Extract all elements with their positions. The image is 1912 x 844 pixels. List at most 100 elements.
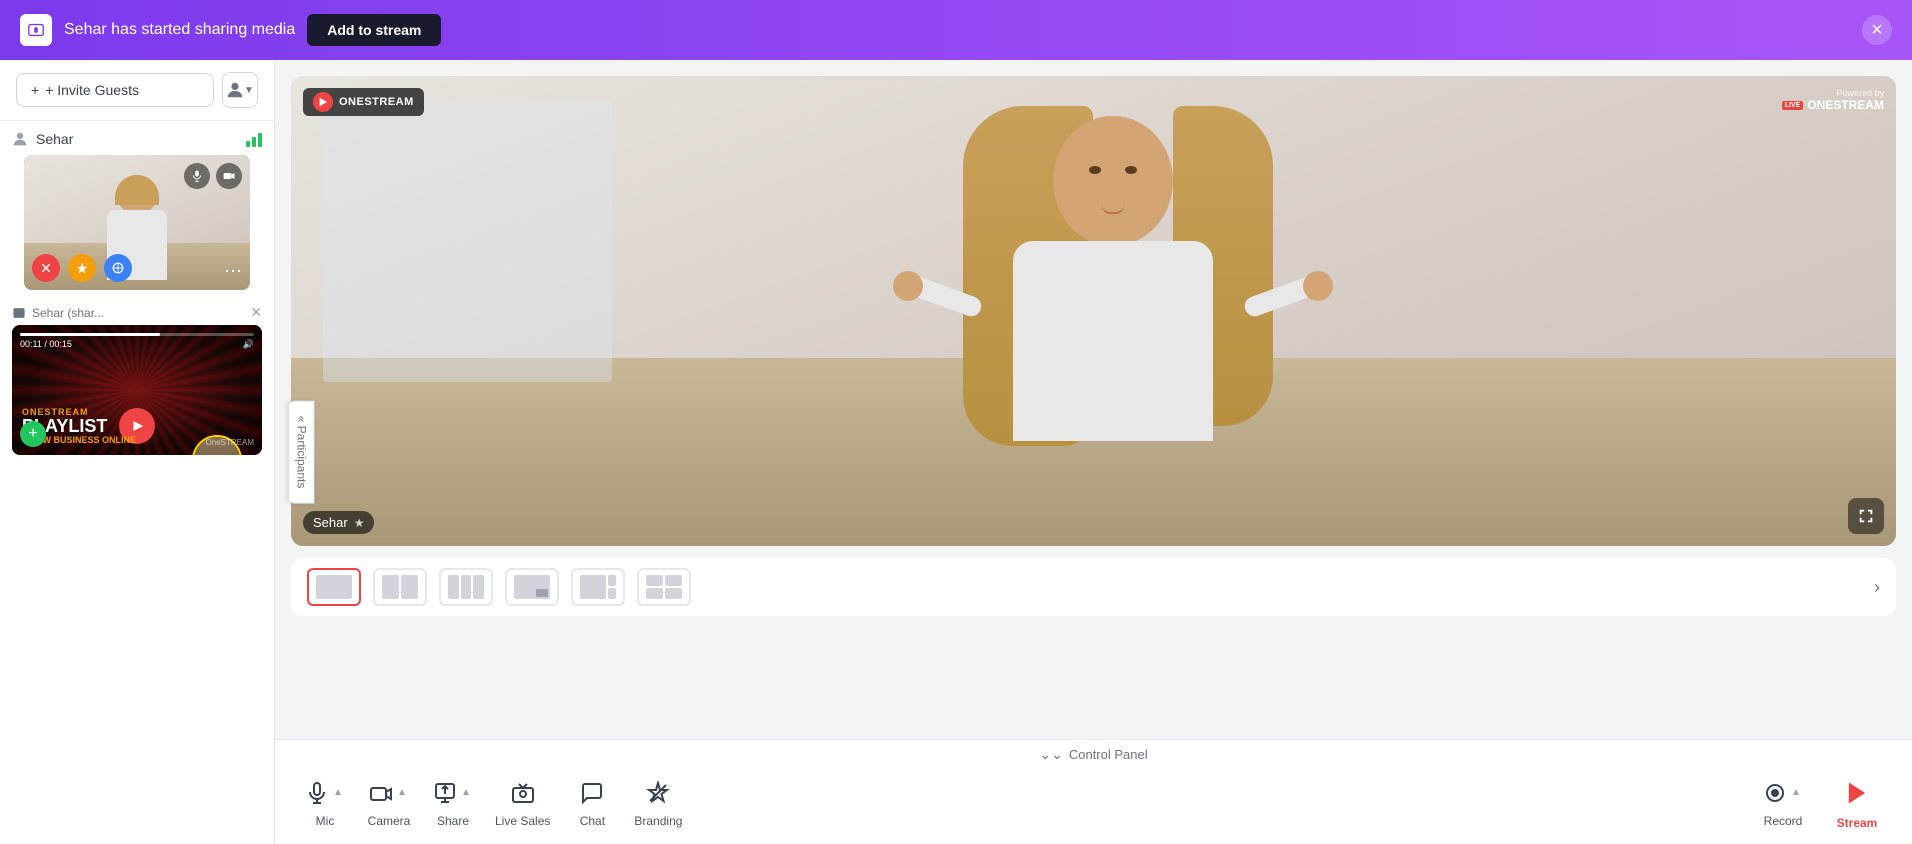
sidebar-wrapper: + + Invite Guests ▼ [0, 60, 275, 844]
participants-tab[interactable]: « Participants [289, 401, 315, 504]
toolbar-camera[interactable]: ▲ Camera [359, 777, 419, 832]
live-sales-icon [511, 781, 535, 811]
powered-by-text: Powered by [1782, 88, 1884, 98]
toolbar-mic[interactable]: ▲ Mic [295, 777, 355, 832]
logo-text: ONESTREAM [339, 96, 414, 108]
branding-label: Branding [634, 814, 682, 828]
main-layout: + + Invite Guests ▼ [0, 60, 1912, 844]
mic-label: Mic [316, 814, 335, 828]
toolbar-chat[interactable]: Chat [562, 777, 622, 832]
playlist-timer: 00:11 / 00:15 [20, 339, 72, 349]
center-content: ONESTREAM Powered by LIVE ONESTREAM Seha… [275, 60, 1912, 739]
sidebar: + + Invite Guests ▼ [0, 60, 275, 844]
powered-logo: LIVE ONESTREAM [1782, 98, 1884, 112]
cell-1 [646, 575, 663, 586]
layout-pip-option[interactable] [505, 568, 559, 606]
participants-tab-label: Participants [295, 426, 309, 489]
live-badge: LIVE [1782, 101, 1804, 110]
cursor-area [12, 455, 262, 475]
participant-section: Sehar [0, 121, 274, 296]
side-small-1 [608, 575, 616, 586]
camera-label: Camera [368, 814, 411, 828]
three-3 [473, 575, 484, 599]
sidebar-header: + + Invite Guests ▼ [0, 60, 274, 121]
layout-multi-icon [646, 575, 682, 599]
layout-split-icon [382, 575, 418, 599]
fullscreen-button[interactable] [1848, 498, 1884, 534]
window [323, 100, 612, 382]
user-menu-button[interactable]: ▼ [222, 72, 258, 108]
control-panel-section: ⌄⌄ Control Panel ▲ Mic [275, 739, 1912, 844]
remove-button[interactable] [32, 254, 60, 282]
participant-label: Sehar [12, 131, 262, 147]
toolbar-share[interactable]: ▲ Share [423, 777, 483, 832]
layout-next-button[interactable]: › [1874, 577, 1880, 598]
media-close-button[interactable]: ✕ [250, 304, 262, 321]
invite-label: + Invite Guests [45, 82, 139, 98]
layout-button[interactable] [104, 254, 132, 282]
mic-status-icon [184, 163, 210, 189]
eye-right [1125, 166, 1137, 174]
speaker-name: Sehar [313, 515, 348, 530]
playlist-progress-fill [20, 333, 160, 336]
layout-three-option[interactable] [439, 568, 493, 606]
playlist-progress-bar [20, 333, 254, 336]
side-small-2 [608, 588, 616, 599]
stream-label: Stream [1837, 816, 1878, 830]
logo-play-icon [313, 92, 333, 112]
bar-1 [246, 141, 250, 147]
bottom-toolbar: ▲ Mic ▲ Camera [275, 769, 1912, 844]
right-area: ONESTREAM Powered by LIVE ONESTREAM Seha… [275, 60, 1912, 844]
add-to-stream-button[interactable]: Add to stream [307, 14, 441, 46]
record-arrow[interactable]: ▲ [1789, 781, 1803, 806]
control-panel-header[interactable]: ⌄⌄ Control Panel [275, 740, 1912, 769]
toolbar-live-sales[interactable]: Live Sales [487, 777, 558, 832]
cell-2 [665, 575, 682, 586]
notification-close-button[interactable]: × [1862, 15, 1892, 45]
star-button[interactable] [68, 254, 96, 282]
layout-side-option[interactable] [571, 568, 625, 606]
toolbar-record[interactable]: ▲ Record [1748, 777, 1818, 832]
media-label: Sehar (shar... [32, 306, 244, 320]
toolbar-stream[interactable]: Stream [1822, 775, 1892, 834]
face [1053, 116, 1173, 246]
playlist-title: PLAYLIST [22, 417, 252, 435]
powered-brand: ONESTREAM [1807, 98, 1884, 112]
sweater [1013, 241, 1213, 441]
eye-left [1089, 166, 1101, 174]
notification-left: Sehar has started sharing media Add to s… [20, 14, 441, 46]
hair [115, 175, 159, 205]
side-col [608, 575, 616, 599]
invite-guests-button[interactable]: + + Invite Guests [16, 73, 214, 107]
mic-icon [305, 781, 329, 811]
layout-split-option[interactable] [373, 568, 427, 606]
more-options-button[interactable]: ⋯ [224, 261, 242, 282]
media-thumbnail: 00:11 / 00:15 🔊 [12, 325, 262, 455]
hand-right [1303, 271, 1333, 301]
hand-left [893, 271, 923, 301]
playlist-watermark: OneSTREAM [206, 438, 254, 447]
layout-three-icon [448, 575, 484, 599]
share-arrow[interactable]: ▲ [459, 781, 473, 806]
branding-icon [646, 781, 670, 811]
user-icon [12, 131, 28, 147]
mic-arrow[interactable]: ▲ [331, 781, 345, 806]
layout-single-option[interactable] [307, 568, 361, 606]
onestream-logo: ONESTREAM [303, 88, 424, 116]
main-person [923, 106, 1303, 546]
camera-arrow[interactable]: ▲ [395, 781, 409, 806]
add-to-stream-circle[interactable]: + [20, 421, 46, 447]
layout-selector: › [291, 558, 1896, 616]
speaker-star-button[interactable]: ★ [354, 516, 365, 530]
layout-side-icon [580, 575, 616, 599]
stream-icon [1843, 779, 1871, 813]
chat-icon [580, 781, 604, 811]
powered-by-section: Powered by LIVE ONESTREAM [1782, 88, 1884, 112]
notification-media-icon [20, 14, 52, 46]
split-left [382, 575, 399, 599]
layout-multi-option[interactable] [637, 568, 691, 606]
share-label: Share [437, 814, 469, 828]
notification-banner: Sehar has started sharing media Add to s… [0, 0, 1912, 60]
live-sales-label: Live Sales [495, 814, 550, 828]
toolbar-branding[interactable]: Branding [626, 777, 690, 832]
